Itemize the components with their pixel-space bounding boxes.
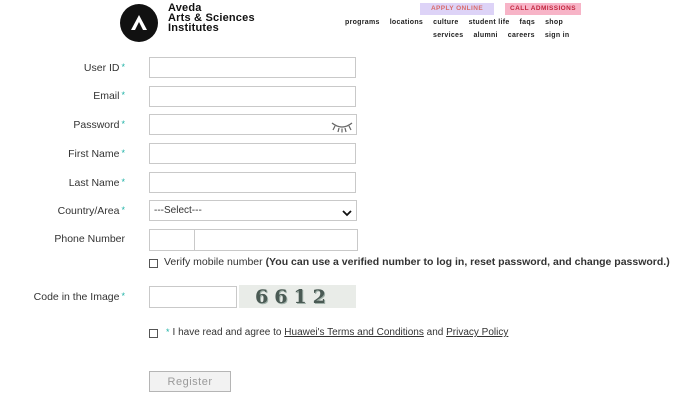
password-visibility-toggle-icon[interactable] bbox=[330, 118, 354, 134]
password-label: Password * bbox=[73, 119, 125, 131]
verify-mobile-label: Verify mobile number (You can use a veri… bbox=[164, 256, 670, 268]
call-admissions-button[interactable]: call admissions bbox=[505, 3, 581, 15]
verify-mobile-note: (You can use a verified number to log in… bbox=[265, 256, 670, 268]
captcha-label: Code in the Image * bbox=[34, 291, 125, 303]
password-label-text: Password bbox=[73, 119, 120, 131]
nav-link-careers[interactable]: careers bbox=[508, 32, 535, 39]
chevron-down-icon bbox=[342, 206, 352, 217]
last-name-label-text: Last Name bbox=[68, 177, 120, 189]
brand-logo-icon[interactable] bbox=[120, 4, 158, 42]
country-select[interactable]: ---Select--- bbox=[149, 200, 357, 221]
country-selected-value: ---Select--- bbox=[154, 205, 202, 216]
country-label-text: Country/Area bbox=[57, 205, 120, 217]
first-name-label-text: First Name bbox=[68, 148, 120, 160]
phone-country-code-field[interactable] bbox=[149, 229, 195, 251]
brand-line-3: Institutes bbox=[168, 22, 219, 34]
user-id-label-text: User ID bbox=[83, 62, 120, 74]
register-button[interactable]: Register bbox=[149, 371, 231, 392]
required-mark: * bbox=[166, 327, 170, 337]
required-mark: * bbox=[121, 119, 125, 129]
country-label: Country/Area * bbox=[58, 205, 125, 217]
first-name-label: First Name * bbox=[68, 148, 125, 160]
last-name-label: Last Name * bbox=[69, 177, 125, 189]
phone-label: Phone Number bbox=[54, 233, 125, 245]
top-nav-secondary: services alumni careers sign in bbox=[433, 32, 569, 39]
email-input[interactable] bbox=[149, 86, 356, 107]
required-mark: * bbox=[121, 148, 125, 158]
captcha-code: 6612 bbox=[255, 286, 332, 308]
verify-mobile-text: Verify mobile number bbox=[164, 256, 263, 268]
nav-link-student-life[interactable]: student life bbox=[469, 19, 510, 26]
user-id-label: User ID * bbox=[84, 62, 125, 74]
required-mark: * bbox=[121, 177, 125, 187]
verify-mobile-checkbox[interactable] bbox=[149, 259, 158, 268]
required-mark: * bbox=[121, 62, 125, 72]
brand-name[interactable]: Aveda Arts & Sciences Institutes bbox=[168, 3, 255, 34]
required-mark: * bbox=[121, 291, 125, 301]
agree-and-text: and bbox=[426, 327, 444, 338]
privacy-policy-link[interactable]: Privacy Policy bbox=[446, 327, 508, 338]
email-label-text: Email bbox=[93, 90, 120, 102]
agree-terms-label: * I have read and agree to Huawei's Terms… bbox=[166, 327, 508, 338]
user-id-input[interactable] bbox=[149, 57, 356, 78]
required-mark: * bbox=[121, 90, 125, 100]
email-label: Email * bbox=[93, 90, 125, 102]
captcha-input[interactable] bbox=[149, 286, 237, 308]
captcha-label-text: Code in the Image bbox=[33, 291, 120, 303]
nav-link-programs[interactable]: programs bbox=[345, 19, 380, 26]
nav-link-shop[interactable]: shop bbox=[545, 19, 563, 26]
first-name-input[interactable] bbox=[149, 143, 356, 164]
agree-terms-checkbox[interactable] bbox=[149, 329, 158, 338]
phone-label-text: Phone Number bbox=[54, 233, 125, 245]
captcha-image[interactable]: 6612 bbox=[239, 285, 356, 308]
agree-prefix-text: I have read and agree to bbox=[172, 327, 282, 338]
required-mark: * bbox=[121, 205, 125, 215]
nav-link-locations[interactable]: locations bbox=[390, 19, 423, 26]
last-name-input[interactable] bbox=[149, 172, 356, 193]
nav-link-services[interactable]: services bbox=[433, 32, 463, 39]
nav-link-culture[interactable]: culture bbox=[433, 19, 458, 26]
phone-number-input[interactable] bbox=[194, 229, 358, 251]
top-nav-primary: programs locations culture student life … bbox=[345, 19, 563, 26]
password-input[interactable] bbox=[149, 114, 357, 135]
terms-link[interactable]: Huawei's Terms and Conditions bbox=[284, 327, 424, 338]
nav-link-alumni[interactable]: alumni bbox=[473, 32, 497, 39]
apply-online-button[interactable]: apply online bbox=[420, 3, 494, 15]
nav-link-faqs[interactable]: faqs bbox=[520, 19, 536, 26]
nav-link-sign-in[interactable]: sign in bbox=[545, 32, 570, 39]
